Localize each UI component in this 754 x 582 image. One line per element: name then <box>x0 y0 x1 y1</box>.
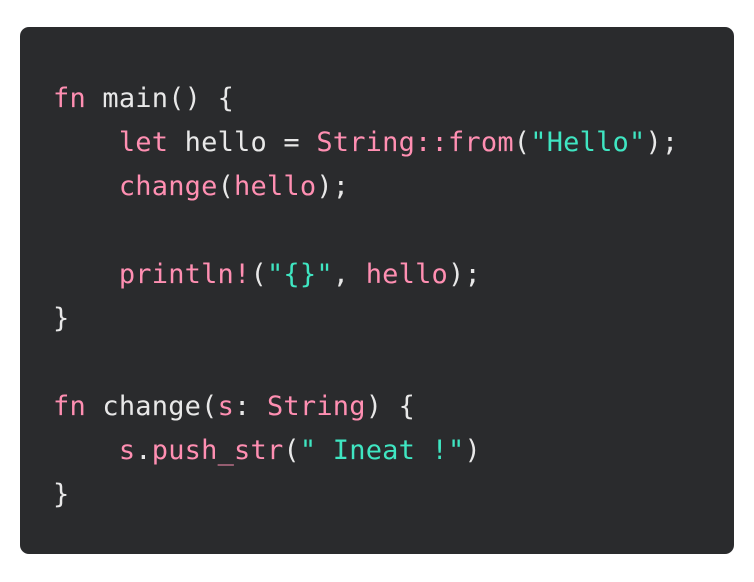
code-token-plain: } <box>53 479 70 510</box>
code-token-plain: ( <box>283 435 300 466</box>
code-token-fn: push_str <box>151 435 284 466</box>
code-token-plain: ); <box>447 259 481 290</box>
code-token-plain: ) <box>464 435 481 466</box>
code-token-str: "Hello" <box>530 127 646 158</box>
code-line: fn change(s: String) { <box>53 385 678 429</box>
code-token-plain: ( <box>250 259 267 290</box>
code-line: s.push_str(" Ineat !") <box>53 429 678 473</box>
code-line: } <box>53 297 678 341</box>
code-token-plain: : <box>234 391 267 422</box>
code-line: let hello = String::from("Hello"); <box>53 121 678 165</box>
code-snippet-card: fn main() { let hello = String::from("He… <box>20 27 734 554</box>
code-token-plain: main() { <box>85 83 235 114</box>
code-token-plain: . <box>135 435 152 466</box>
code-token-type: String::from <box>316 127 514 158</box>
code-token-kw: fn <box>53 391 86 422</box>
code-token-fn: hello <box>365 259 448 290</box>
code-token-kw: let <box>118 127 169 158</box>
code-token-plain: } <box>53 303 70 334</box>
code-token-str: "{}" <box>266 259 333 290</box>
code-line: fn main() { <box>53 77 678 121</box>
code-token-plain: , <box>332 259 366 290</box>
code-line: println!("{}", hello); <box>53 253 678 297</box>
code-token-fn: s <box>118 435 136 466</box>
code-token-plain: ( <box>217 171 235 202</box>
code-line: change(hello); <box>53 165 678 209</box>
code-token-plain: ) { <box>365 391 416 422</box>
code-token-kw: fn <box>53 83 86 114</box>
code-token-fn: hello <box>234 171 317 202</box>
code-token-str: " Ineat !" <box>299 435 465 466</box>
code-token-type: String <box>266 391 366 422</box>
code-token-fn: println! <box>118 259 251 290</box>
code-token-plain: hello = <box>168 127 317 158</box>
code-token-fn: change <box>118 171 218 202</box>
code-token-plain: change( <box>85 391 218 422</box>
code-token-plain: ( <box>513 127 531 158</box>
code-token-plain: ); <box>316 171 350 202</box>
code-block: fn main() { let hello = String::from("He… <box>53 77 678 517</box>
code-token-plain: ); <box>645 127 679 158</box>
code-token-fn: s <box>217 391 235 422</box>
code-line: } <box>53 473 678 517</box>
